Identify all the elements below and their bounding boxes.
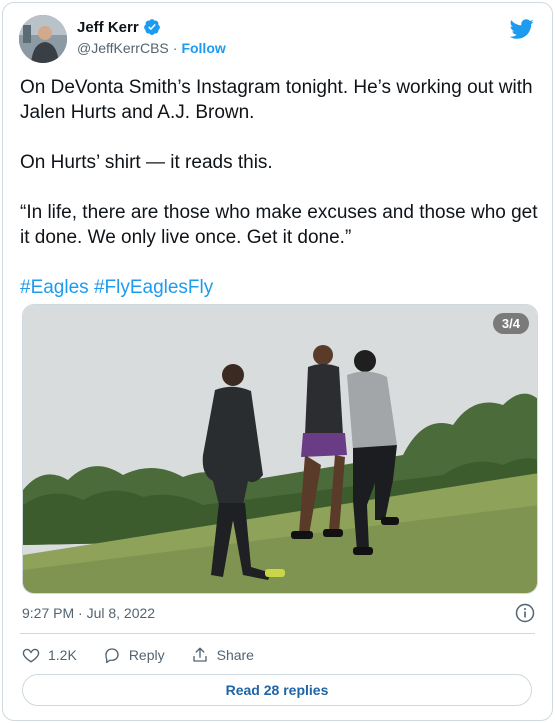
like-button[interactable]: 1.2K bbox=[22, 646, 77, 664]
tweet-header: Jeff Kerr @JeffKerrCBS · Follow bbox=[19, 15, 536, 65]
tweet-paragraph: “In life, there are those who make excus… bbox=[20, 202, 538, 248]
tweet-paragraph: On DeVonta Smith’s Instagram tonight. He… bbox=[20, 77, 533, 123]
read-replies-button[interactable]: Read 28 replies bbox=[22, 674, 532, 706]
media-pager-badge: 3/4 bbox=[492, 313, 529, 334]
reply-button[interactable]: Reply bbox=[103, 646, 165, 664]
share-icon bbox=[192, 647, 207, 662]
tweet-paragraph: On Hurts’ shirt — it reads this. bbox=[20, 152, 273, 173]
tweet-card: Jeff Kerr @JeffKerrCBS · Follow On DeVon bbox=[2, 2, 553, 721]
avatar[interactable] bbox=[19, 15, 67, 63]
like-count: 1.2K bbox=[48, 647, 77, 663]
separator: · bbox=[172, 40, 178, 56]
divider bbox=[20, 633, 535, 634]
tweet-timestamp[interactable]: 9:27 PM · Jul 8, 2022 bbox=[22, 605, 155, 621]
tweet-text: On DeVonta Smith’s Instagram tonight. He… bbox=[20, 75, 540, 300]
author-name[interactable]: Jeff Kerr bbox=[77, 19, 139, 36]
share-button[interactable]: Share bbox=[191, 646, 254, 664]
verified-badge-icon bbox=[143, 18, 161, 36]
info-icon[interactable] bbox=[515, 603, 535, 623]
reply-icon bbox=[105, 648, 119, 664]
share-label: Share bbox=[216, 647, 254, 663]
twitter-bird-icon[interactable] bbox=[509, 17, 534, 41]
author-info: Jeff Kerr @JeffKerrCBS · Follow bbox=[77, 18, 226, 57]
hashtag-links[interactable]: #Eagles #FlyEaglesFly bbox=[20, 275, 540, 300]
tweet-actions: 1.2K Reply Share bbox=[22, 643, 280, 667]
tweet-photo[interactable]: 3/4 bbox=[22, 304, 538, 594]
heart-icon bbox=[22, 648, 40, 663]
author-handle[interactable]: @JeffKerrCBS bbox=[77, 40, 169, 56]
follow-button[interactable]: Follow bbox=[181, 40, 225, 56]
reply-label: Reply bbox=[128, 647, 165, 663]
tweet-meta: 9:27 PM · Jul 8, 2022 bbox=[22, 603, 535, 623]
